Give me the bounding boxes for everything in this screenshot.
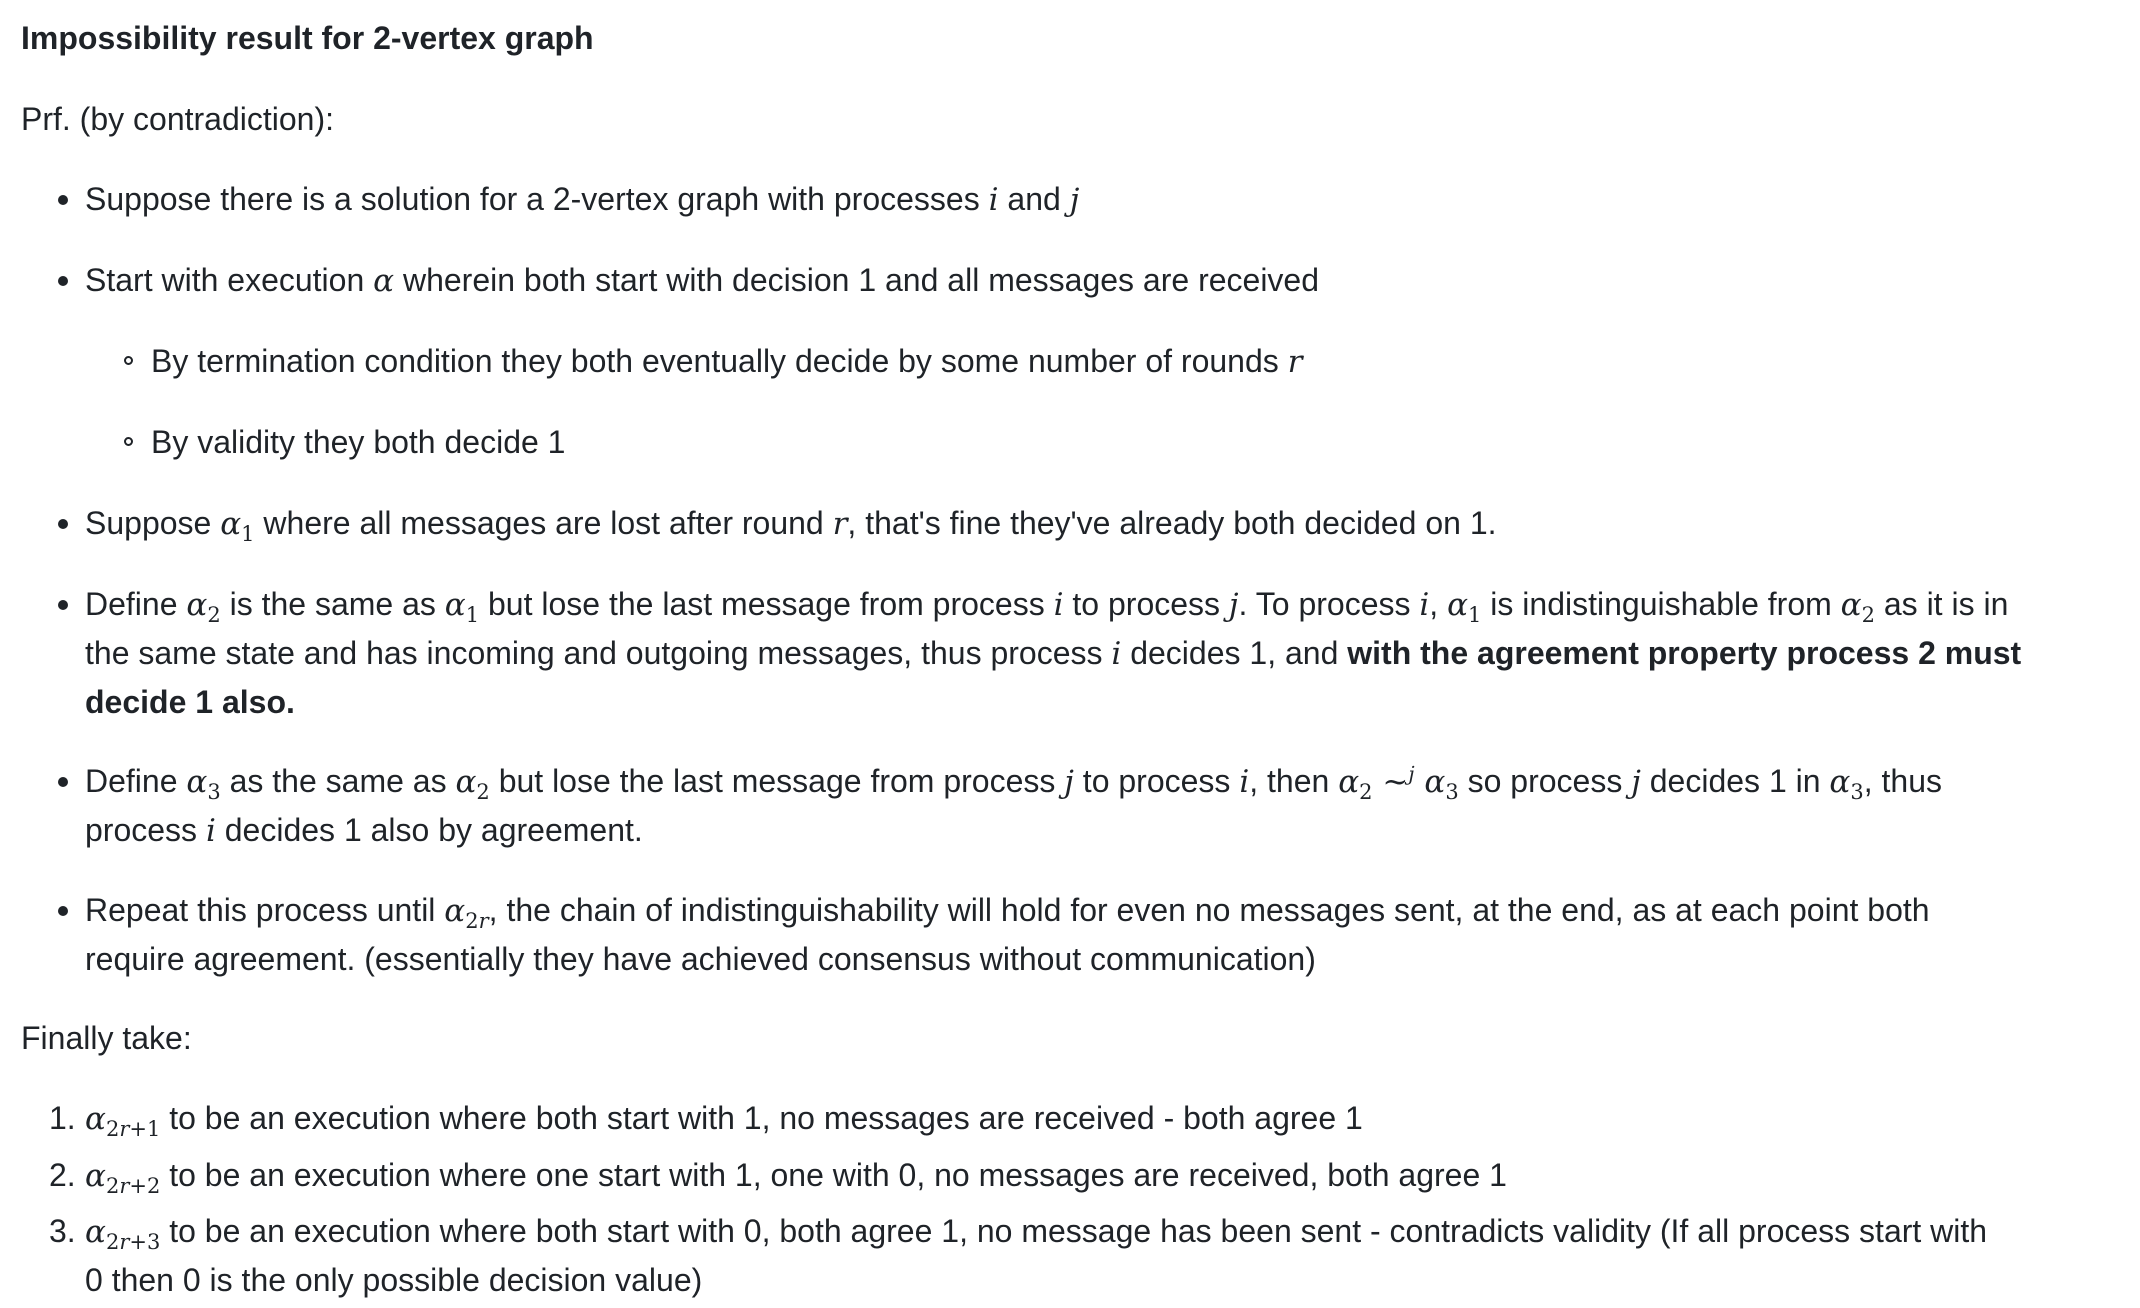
math-expr: α2r+3 <box>85 1214 161 1255</box>
bullet-text: Start with execution <box>85 262 374 298</box>
math-expr: α1 <box>220 506 255 547</box>
item-text: to be an execution where both start with… <box>160 1213 1988 1249</box>
list-item: Suppose α1 where all messages are lost a… <box>58 499 2085 548</box>
item-line: 0 then 0 is the only possible decision v… <box>85 1262 703 1298</box>
bullet-line: require agreement. (essentially they hav… <box>85 941 1316 977</box>
numbered-item: 3. α2r+3 to be an execution where both s… <box>49 1207 2095 1304</box>
bullet-line: Repeat this process until α2r, the chain… <box>85 892 1930 934</box>
math-expr: α2r+2 <box>85 1158 161 1199</box>
bullet-line: Define α3 as the same as α2 but lose the… <box>85 761 1942 805</box>
list-item: Start with execution α wherein both star… <box>58 256 2085 305</box>
bullet-text: , that's fine they've already both decid… <box>847 505 1497 541</box>
bullet-icon <box>58 600 68 610</box>
list-item: Define α3 as the same as α2 but lose the… <box>58 757 2085 855</box>
item-number: 1. <box>49 1100 76 1136</box>
math-var: r <box>832 506 848 542</box>
bullet-line: the same state and has incoming and outg… <box>85 635 2022 672</box>
item-text: to be an execution where one start with … <box>160 1157 1507 1193</box>
bullet-line: process i decides 1 also by agreement. <box>85 812 643 849</box>
circle-bullet-icon <box>124 356 133 365</box>
bullet-text: and <box>998 181 1070 217</box>
math-var: α <box>373 263 395 299</box>
sub-list-item: By termination condition they both event… <box>124 337 2051 386</box>
math-var: r <box>1287 344 1303 380</box>
sub-list-item: By validity they both decide 1 <box>124 418 2051 466</box>
numbered-item: 2. α2r+2 to be an execution where one st… <box>49 1151 2095 1200</box>
list-item: Suppose there is a solution for a 2-vert… <box>58 175 2085 224</box>
bullet-line: Define α2 is the same as α1 but lose the… <box>85 586 2009 628</box>
bullet-text: Suppose <box>85 505 221 541</box>
bullet-text: where all messages are lost after round <box>254 505 833 541</box>
emphasis-text: decide 1 also. <box>85 684 295 720</box>
bullet-icon <box>58 906 68 916</box>
circle-bullet-icon <box>124 437 133 446</box>
math-var: i <box>988 182 999 218</box>
numbered-item: 1. α2r+1 to be an execution where both s… <box>49 1094 2095 1143</box>
section-heading: Impossibility result for 2-vertex graph <box>21 20 594 56</box>
sub-bullet-text: By validity they both decide 1 <box>151 424 566 460</box>
item-number: 3. <box>49 1213 76 1249</box>
item-text: to be an execution where both start with… <box>160 1100 1363 1136</box>
bullet-icon <box>58 519 68 529</box>
sub-bullet-text: By termination condition they both event… <box>151 343 1288 379</box>
math-expr: α2r+1 <box>85 1101 161 1142</box>
bullet-icon <box>58 276 68 286</box>
item-number: 2. <box>49 1157 76 1193</box>
item-line: α2r+3 to be an execution where both star… <box>85 1207 2095 1256</box>
math-var: j <box>1069 182 1080 218</box>
emphasis-text: with the agreement property process 2 mu… <box>1347 635 2022 671</box>
bullet-icon <box>58 195 68 205</box>
finally-label: Finally take: <box>21 1020 192 1056</box>
list-item: Define α2 is the same as α1 but lose the… <box>58 580 2085 726</box>
bullet-line: decide 1 also. <box>85 678 2085 726</box>
proof-intro: Prf. (by contradiction): <box>21 101 334 137</box>
list-item: Repeat this process until α2r, the chain… <box>58 886 2085 983</box>
bullet-icon <box>58 777 68 787</box>
bullet-text: wherein both start with decision 1 and a… <box>394 262 1320 298</box>
bullet-text: Suppose there is a solution for a 2-vert… <box>85 181 989 217</box>
